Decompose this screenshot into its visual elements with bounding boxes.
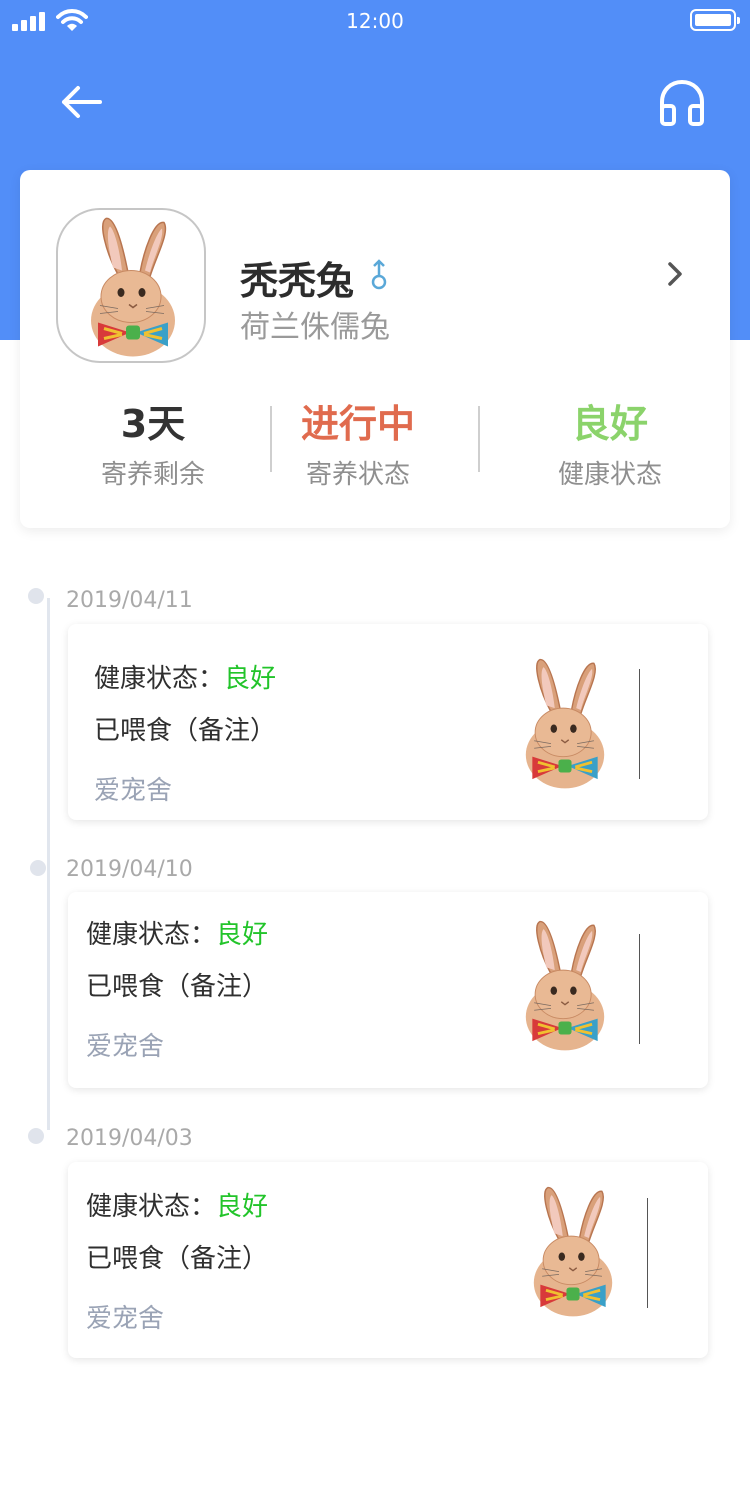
status-bar: 12:00 [0, 0, 750, 42]
photo-edge [639, 934, 640, 1044]
shop-name: 爱宠舍 [86, 1304, 165, 1334]
timeline-entry-card[interactable]: 健康状态：良好 已喂食（备注） 爱宠舍 [68, 1162, 708, 1358]
timeline-date: 2019/04/10 [66, 857, 193, 882]
health-label: 健康状态： [94, 664, 225, 694]
pet-photo-thumbnail [490, 654, 640, 794]
stat-value: 进行中 [300, 402, 415, 446]
timeline-date: 2019/04/11 [66, 588, 193, 613]
chevron-right-icon[interactable] [660, 256, 690, 292]
status-time: 12:00 [346, 9, 404, 33]
stat-label: 寄养剩余 [100, 460, 205, 490]
rabbit-photo-image [498, 1182, 648, 1322]
photo-edge [639, 669, 640, 779]
shop-name: 爱宠舍 [94, 776, 173, 806]
rabbit-photo-image [490, 916, 640, 1056]
stat-label: 健康状态 [557, 460, 662, 490]
pet-profile-card: 秃秃兔 荷兰侏儒兔 3天 寄养剩余 进行中 寄养状态 良好 健康状态 [20, 170, 730, 528]
health-value: 良好 [216, 1192, 269, 1222]
pet-avatar[interactable] [56, 208, 206, 363]
timeline-date: 2019/04/03 [66, 1126, 193, 1151]
health-status-line: 健康状态：良好 [86, 1186, 268, 1223]
pet-photo-thumbnail [490, 916, 640, 1056]
pet-breed: 荷兰侏儒兔 [240, 310, 390, 345]
back-arrow-icon[interactable] [56, 80, 104, 124]
health-status-line: 健康状态：良好 [94, 658, 276, 695]
timeline-dot [30, 860, 46, 876]
health-status-line: 健康状态：良好 [86, 914, 268, 951]
feed-note: 已喂食（备注） [94, 716, 277, 746]
rabbit-photo-image [490, 654, 640, 794]
feed-note: 已喂食（备注） [86, 1244, 269, 1274]
health-label: 健康状态： [86, 920, 217, 950]
timeline-dot [28, 1128, 44, 1144]
timeline-line [47, 598, 50, 1130]
timeline-entry-card[interactable]: 健康状态：良好 已喂食（备注） 爱宠舍 [68, 624, 708, 820]
stat-boarding-status: 进行中 寄养状态 [268, 400, 448, 491]
stat-label: 寄养状态 [305, 460, 410, 490]
battery-icon [690, 9, 740, 31]
feed-note: 已喂食（备注） [86, 972, 269, 1002]
rabbit-avatar-image [58, 210, 206, 363]
pet-photo-thumbnail [498, 1182, 648, 1322]
timeline-entry-card[interactable]: 健康状态：良好 已喂食（备注） 爱宠舍 [68, 892, 708, 1088]
timeline-dot [28, 588, 44, 604]
health-value: 良好 [216, 920, 269, 950]
health-label: 健康状态： [86, 1192, 217, 1222]
shop-name: 爱宠舍 [86, 1032, 165, 1062]
health-value: 良好 [224, 664, 277, 694]
stat-value: 3天 [120, 402, 186, 446]
stat-value: 良好 [571, 402, 648, 446]
stat-remaining-days: 3天 寄养剩余 [63, 400, 243, 491]
pet-name: 秃秃兔 [240, 259, 355, 303]
stat-health-status: 良好 健康状态 [520, 400, 700, 491]
photo-edge [647, 1198, 648, 1308]
stat-divider [478, 406, 480, 472]
headphones-icon[interactable] [654, 76, 710, 128]
male-gender-icon [371, 259, 387, 290]
